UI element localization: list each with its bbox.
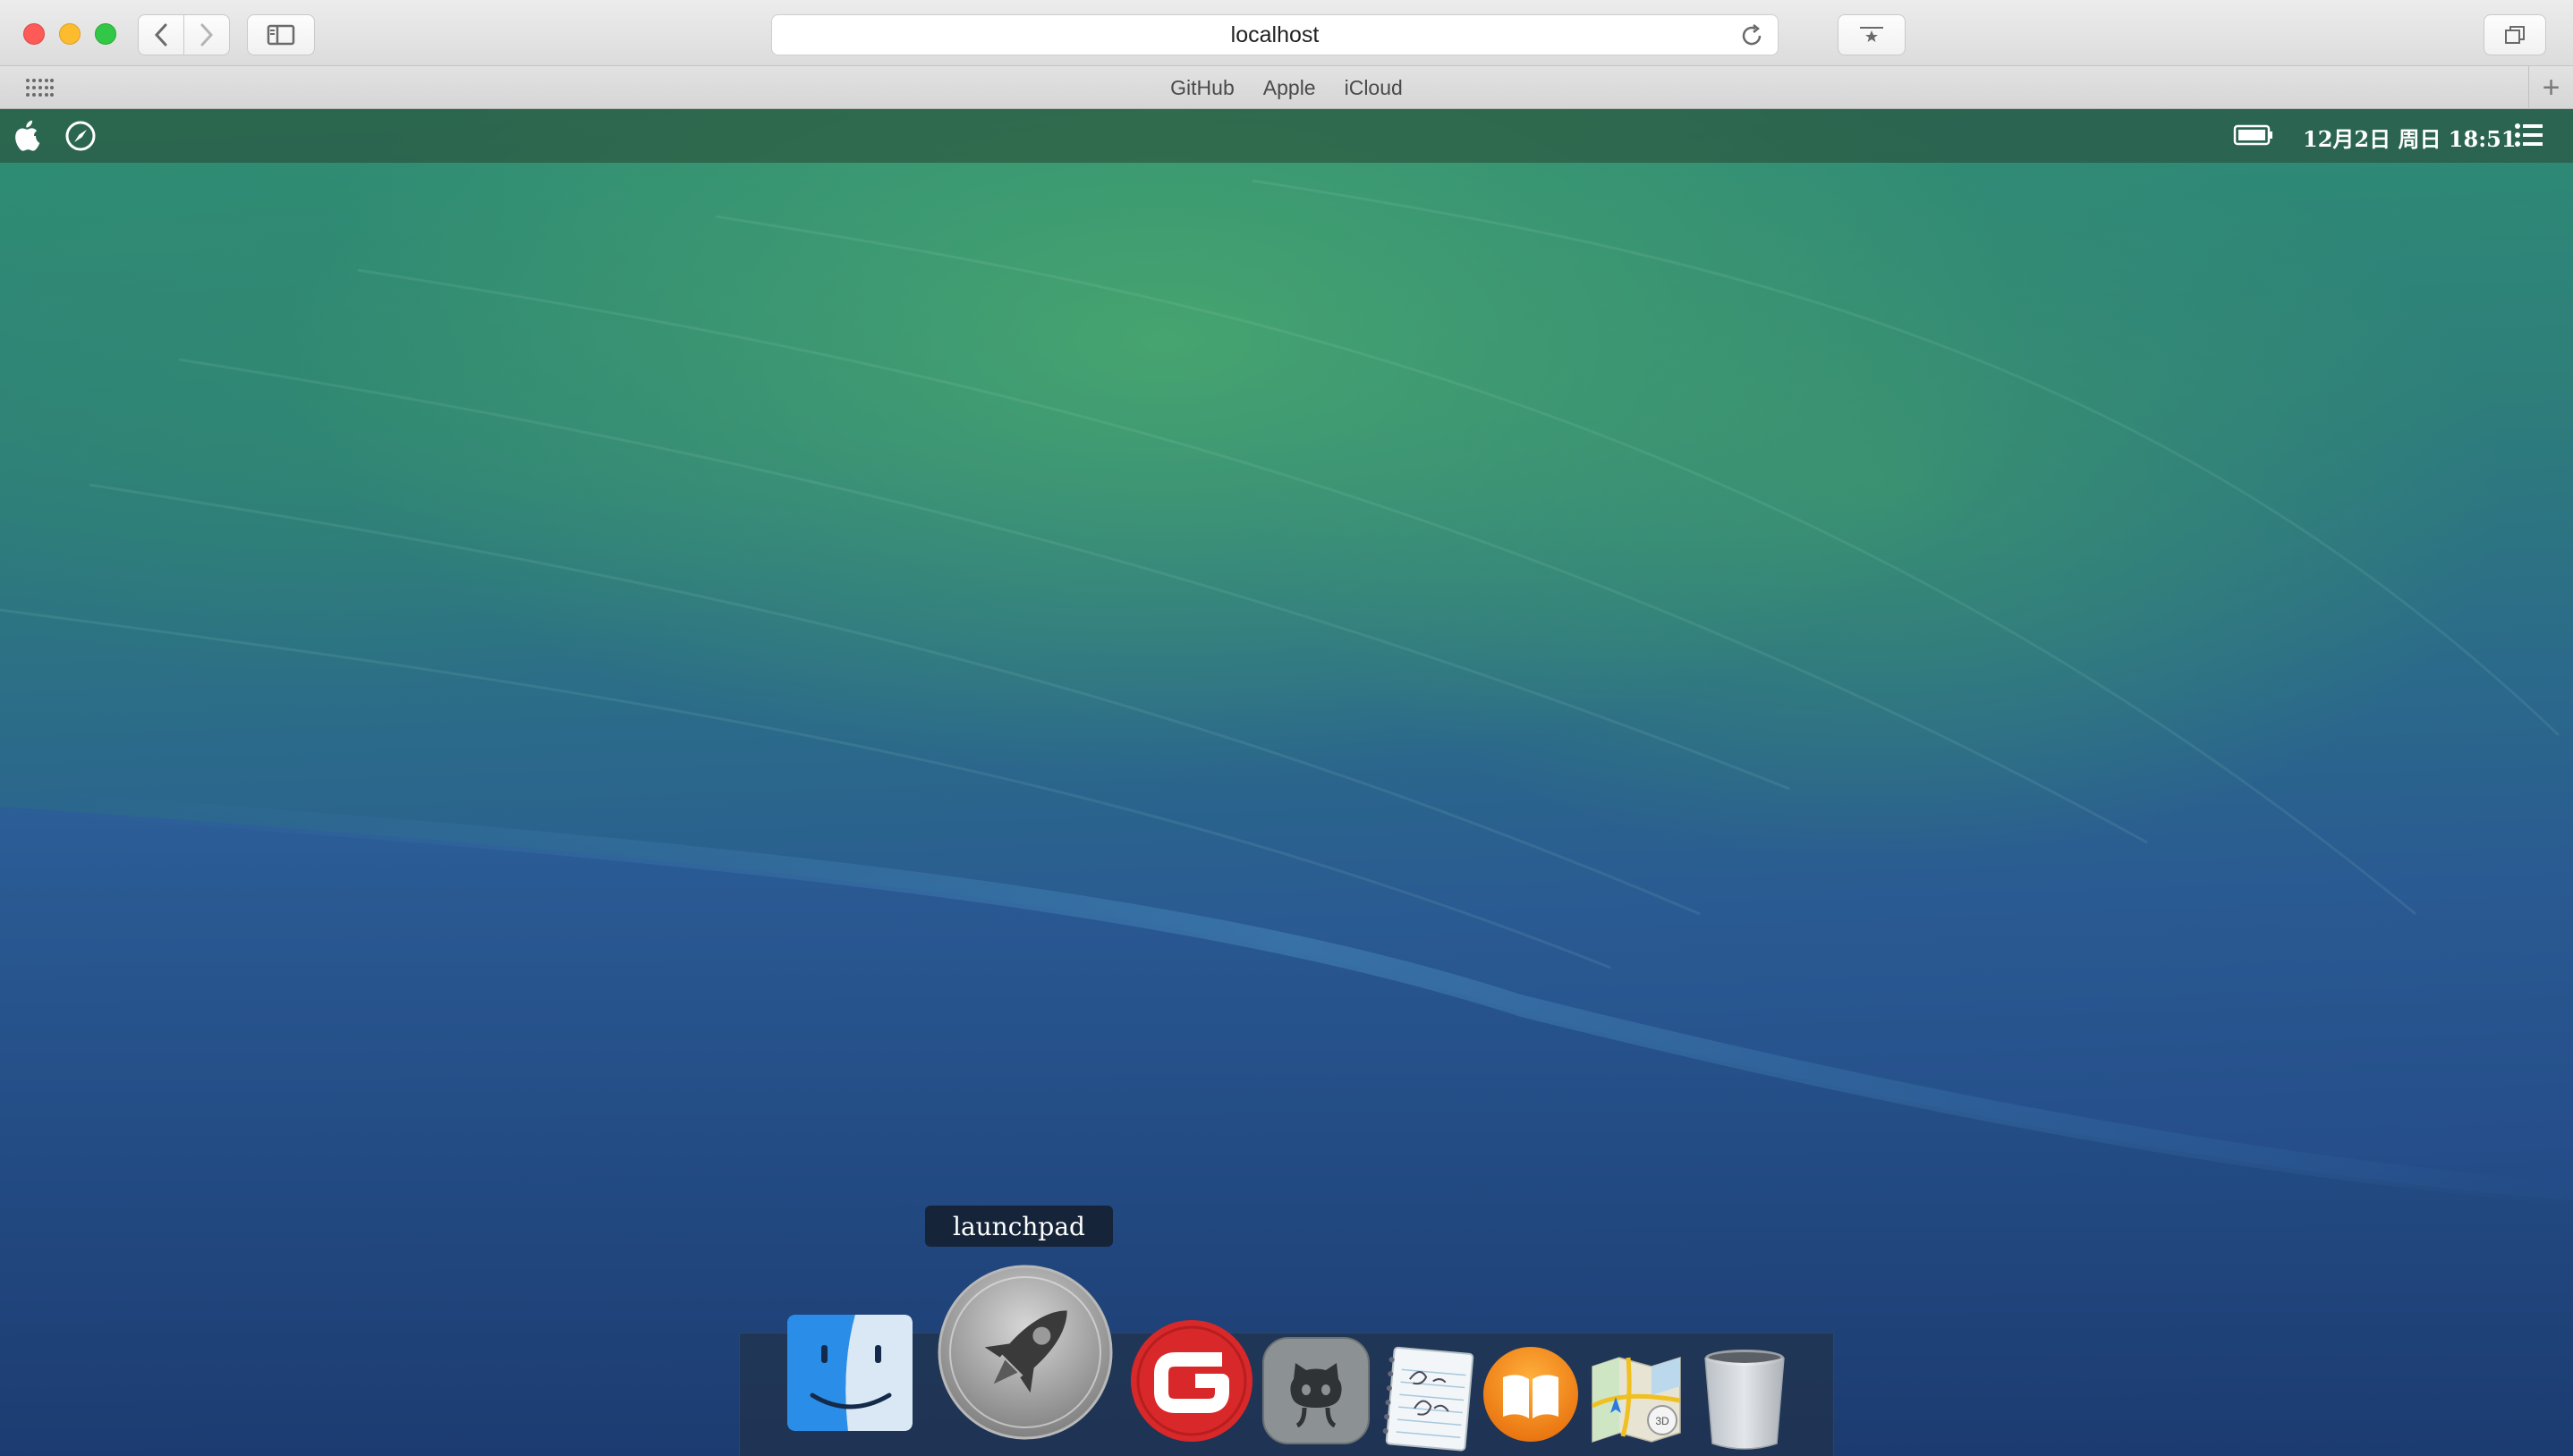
apple-logo-icon[interactable]: [13, 118, 43, 152]
url-text: localhost: [1230, 21, 1320, 47]
chevron-left-icon: [154, 23, 167, 47]
launchpad-icon: [938, 1265, 1113, 1440]
show-tabs-button[interactable]: [2484, 14, 2546, 55]
sidebar-toggle-button[interactable]: [247, 14, 315, 55]
desktop: 12月2日 周日 18:51 launchpad 3D: [0, 109, 2573, 1456]
tabs-overview-icon: [2505, 26, 2525, 44]
dock-item-ibooks[interactable]: [1482, 1345, 1580, 1443]
new-tab-button[interactable]: +: [2528, 66, 2573, 109]
bookmark-button[interactable]: [1838, 14, 1906, 55]
dock-item-github[interactable]: [1261, 1336, 1371, 1445]
favorites-bar: GitHub Apple iCloud +: [0, 66, 2573, 109]
github-icon: [1262, 1337, 1370, 1444]
g-app-icon: [1131, 1320, 1253, 1442]
web-menubar: 12月2日 周日 18:51: [0, 109, 2573, 163]
minimize-window-button[interactable]: [59, 23, 81, 45]
dock-item-maps[interactable]: 3D: [1587, 1350, 1687, 1451]
dock-item-trash[interactable]: [1698, 1345, 1791, 1452]
diary-icon: [1382, 1346, 1474, 1452]
battery-icon[interactable]: [2233, 123, 2274, 147]
wallpaper-wave: [0, 179, 2573, 1456]
browser-toolbar: localhost: [0, 0, 2573, 66]
favorite-link-icloud[interactable]: iCloud: [1345, 76, 1403, 100]
safari-compass-icon[interactable]: [64, 120, 97, 152]
maps-icon: 3D: [1591, 1356, 1681, 1443]
address-bar[interactable]: localhost: [771, 14, 1779, 55]
chevron-right-icon: [200, 23, 214, 47]
reload-icon[interactable]: [1738, 22, 1765, 49]
notification-list-icon[interactable]: [2514, 122, 2544, 148]
dock-tooltip: launchpad: [925, 1206, 1113, 1247]
favorite-link-apple[interactable]: Apple: [1263, 76, 1316, 100]
close-window-button[interactable]: [23, 23, 45, 45]
finder-icon: [787, 1315, 913, 1431]
svg-text:3D: 3D: [1655, 1415, 1669, 1427]
menubar-clock[interactable]: 12月2日 周日 18:51: [2303, 122, 2516, 153]
dock-item-finder[interactable]: [785, 1313, 914, 1433]
maximize-window-button[interactable]: [95, 23, 116, 45]
trash-icon: [1704, 1350, 1785, 1450]
star-icon: [1860, 27, 1883, 42]
dock-tooltip-label: launchpad: [953, 1211, 1085, 1241]
dock-item-diary[interactable]: [1378, 1345, 1478, 1452]
favorite-link-github[interactable]: GitHub: [1170, 76, 1235, 100]
dock-item-launchpad[interactable]: [936, 1263, 1115, 1442]
dock-item-g-app[interactable]: [1129, 1318, 1254, 1443]
forward-button[interactable]: [183, 14, 230, 55]
sidebar-icon: [267, 24, 295, 46]
ibooks-icon: [1483, 1347, 1578, 1442]
back-button[interactable]: [138, 14, 184, 55]
